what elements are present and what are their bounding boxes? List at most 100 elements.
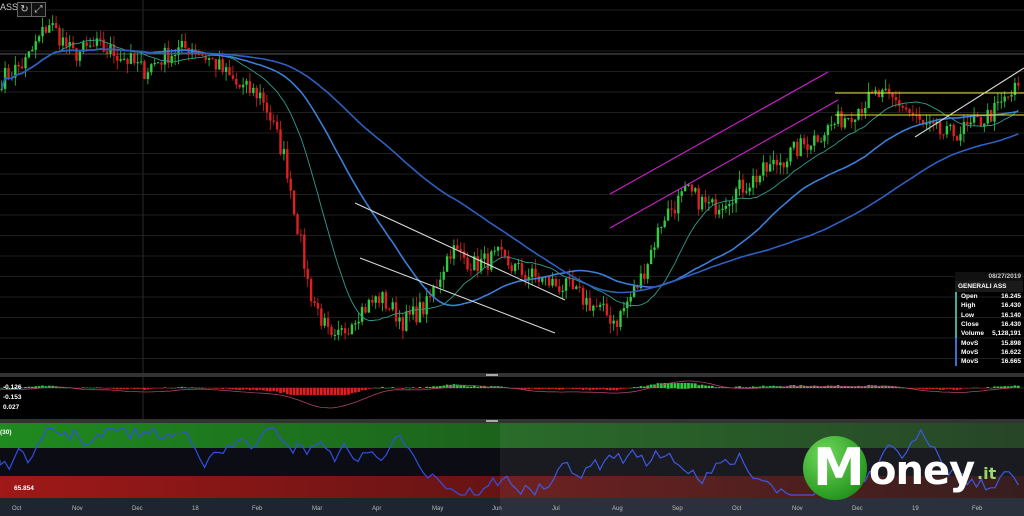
candle-body: [775, 159, 779, 166]
candle-body: [724, 205, 728, 209]
macd-bar: [415, 388, 418, 389]
macd-bar: [268, 388, 272, 392]
macd-bar: [700, 384, 704, 388]
candle-body: [833, 123, 836, 125]
macd-bar: [612, 388, 616, 391]
candle-body: [415, 306, 418, 323]
month-label: Jul: [552, 506, 560, 512]
logo-letter: M: [813, 438, 865, 498]
pane-divider-2[interactable]: [0, 419, 1024, 423]
macd-bar: [394, 388, 398, 389]
candle-body: [680, 191, 683, 196]
month-label: Jun: [492, 506, 502, 512]
expand-icon[interactable]: ⤢: [31, 2, 46, 17]
macd-bar: [92, 387, 95, 389]
month-label: May: [432, 506, 443, 512]
macd-bar: [190, 387, 194, 388]
candle-body: [493, 250, 496, 252]
candle-body: [439, 279, 442, 287]
macd-bar: [408, 387, 412, 389]
macd-bar: [629, 387, 633, 389]
candle-body: [377, 296, 381, 304]
info-row-value: 5,128,191: [992, 330, 1021, 338]
macd-bar: [914, 388, 918, 389]
candle-body: [840, 111, 843, 128]
macd-bar: [972, 387, 976, 389]
macd-bar: [955, 388, 959, 391]
macd-bar: [319, 388, 323, 395]
macd-bar: [608, 388, 612, 391]
macd-bar: [421, 388, 425, 389]
candle-body: [350, 324, 354, 334]
candle-body: [945, 126, 949, 135]
candle-body: [442, 271, 445, 280]
macd-bar: [462, 385, 466, 388]
info-name: GENERALI ASS: [955, 281, 1023, 292]
macd-bar: [928, 388, 932, 390]
macd-bar: [78, 388, 82, 389]
macd-bar: [738, 386, 741, 388]
macd-bar: [911, 388, 915, 389]
candle-body: [952, 124, 955, 137]
candle-body: [248, 80, 252, 94]
candle-body: [466, 257, 469, 270]
macd-bar: [336, 388, 340, 395]
candle-body: [704, 196, 707, 203]
macd-bar: [554, 388, 558, 390]
info-row-value: 16.430: [1001, 302, 1021, 310]
info-row-label: MovS: [961, 358, 979, 366]
candle-body: [7, 67, 10, 79]
candle-body: [476, 256, 479, 272]
candle-body: [459, 248, 462, 252]
candle-body: [598, 304, 602, 307]
macd-bar: [119, 388, 123, 390]
macd-bar: [333, 388, 337, 395]
candle-body: [428, 296, 432, 298]
info-row-value: 15.898: [1001, 339, 1021, 347]
macd-bar: [204, 388, 208, 389]
candle-body: [853, 119, 857, 122]
macd-bar: [248, 388, 252, 391]
candle-body: [1017, 82, 1020, 86]
candle-body: [456, 245, 459, 249]
macd-bar: [748, 387, 752, 388]
candle-body: [830, 124, 833, 126]
pane-handle-1[interactable]: [486, 374, 498, 376]
refresh-icon[interactable]: ↻: [17, 2, 32, 17]
macd-bar: [217, 388, 221, 389]
macd-bar: [551, 388, 554, 389]
candle-body: [218, 59, 221, 70]
candle-body: [796, 141, 799, 157]
candle-body: [150, 64, 153, 73]
month-label: Feb: [252, 506, 263, 512]
macd-bar: [639, 386, 643, 388]
info-date: 08/27/2019: [955, 272, 1023, 281]
macd-bar: [581, 388, 585, 391]
info-row-value: 16.622: [1001, 348, 1021, 356]
candle-body: [857, 109, 860, 120]
pane-divider-1[interactable]: [0, 373, 1024, 377]
candle-body: [813, 135, 816, 146]
candle-body: [660, 227, 663, 229]
candle-body: [581, 287, 585, 305]
candle-body: [741, 179, 745, 193]
macd-bar: [670, 383, 673, 389]
candle-body: [262, 92, 265, 103]
candle-body: [918, 115, 921, 120]
macd-label-3: 0.027: [3, 404, 20, 411]
candle-body: [201, 54, 204, 56]
macd-bar: [979, 388, 983, 389]
macd-bar: [309, 388, 313, 395]
macd-bar: [574, 388, 578, 390]
candle-body: [37, 36, 41, 42]
macd-bar: [986, 387, 990, 388]
candle-body: [731, 203, 734, 205]
macd-bar: [81, 387, 85, 388]
pane-handle-2[interactable]: [486, 420, 498, 422]
candle-body: [874, 90, 877, 93]
candle-body: [1003, 96, 1006, 102]
info-row-value: 16.245: [1001, 293, 1021, 301]
candle-body: [819, 141, 823, 143]
candle-body: [231, 75, 235, 79]
info-row-label: Open: [961, 293, 978, 301]
